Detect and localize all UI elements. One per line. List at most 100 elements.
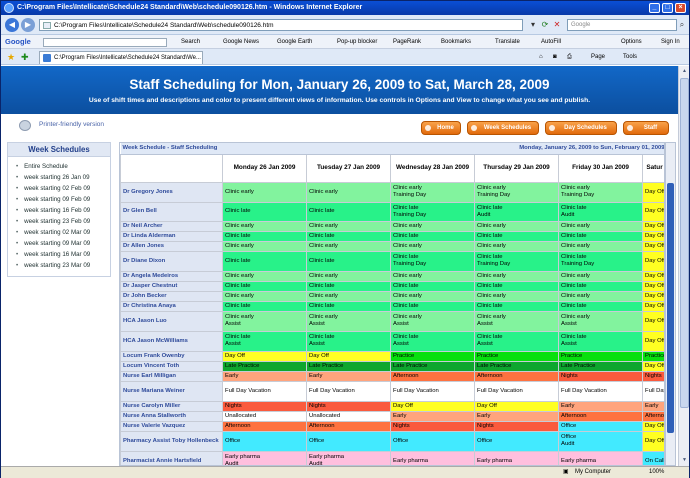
shift-cell[interactable]: Clinic early	[474, 240, 560, 252]
shift-cell[interactable]: Clinic early Training Day	[390, 181, 476, 203]
browser-tab[interactable]: C:\Program Files\Intellicate\Schedule24 …	[39, 51, 203, 64]
shift-cell[interactable]: Clinic early	[474, 270, 560, 282]
close-button[interactable]: ×	[675, 3, 686, 13]
back-button[interactable]: ◀	[5, 18, 19, 32]
shift-cell[interactable]: Clinic early	[305, 181, 392, 203]
shift-cell[interactable]: Clinic late	[305, 300, 392, 312]
sidebar-item[interactable]: week starting 02 Mar 09	[16, 227, 110, 238]
shift-cell[interactable]: Early pharma	[474, 450, 560, 465]
shift-cell[interactable]: Early	[558, 400, 644, 412]
shift-cell[interactable]: Clinic late	[305, 280, 392, 292]
feeds-icon[interactable]: ◙	[553, 52, 557, 62]
sidebar-item[interactable]: Entire Schedule	[16, 161, 110, 172]
shift-cell[interactable]: Full Day Vacation	[558, 380, 644, 402]
shift-cell[interactable]: Office	[558, 420, 644, 432]
shift-cell[interactable]: Day Off	[642, 360, 664, 372]
autofill-button[interactable]: AutoFill	[541, 35, 561, 48]
shift-cell[interactable]: Clinic early Assist	[222, 310, 307, 332]
shift-cell[interactable]: Day Off	[305, 350, 392, 362]
address-bar[interactable]: C:\Program Files\Intellicate\Schedule24 …	[39, 19, 523, 31]
shift-cell[interactable]: Clinic early	[390, 240, 476, 252]
shift-cell[interactable]: Clinic early	[305, 290, 392, 302]
shift-cell[interactable]: Day Off	[642, 290, 664, 302]
shift-cell[interactable]: Clinic late	[305, 201, 392, 222]
shift-cell[interactable]: Clinic late	[222, 201, 307, 222]
scroll-down-icon[interactable]: ▼	[680, 455, 689, 465]
shift-cell[interactable]: Late Practice	[390, 360, 476, 372]
page-menu[interactable]: Page	[591, 52, 605, 62]
staff-name[interactable]: Dr John Becker	[120, 290, 223, 302]
shift-cell[interactable]: Clinic late	[558, 230, 644, 242]
minimize-button[interactable]: _	[649, 3, 660, 13]
shift-cell[interactable]: Day Off	[390, 400, 476, 412]
shift-cell[interactable]: Full Day Vacation	[390, 380, 476, 402]
favorites-star-icon[interactable]: ★	[7, 52, 15, 63]
staff-name[interactable]: Nurse Valerie Vazquez	[120, 420, 223, 432]
shift-cell[interactable]: Clinic late	[558, 300, 644, 312]
shift-cell[interactable]: Day Off	[642, 430, 664, 452]
shift-cell[interactable]: Early pharma	[558, 450, 644, 465]
sidebar-item[interactable]: week starting 02 Feb 09	[16, 183, 110, 194]
shift-cell[interactable]: Clinic early Assist	[474, 310, 560, 332]
shift-cell[interactable]: Day Off	[642, 330, 664, 352]
staff-name[interactable]: Dr Glen Bell	[120, 201, 223, 222]
shift-cell[interactable]: Clinic late	[222, 300, 307, 312]
shift-cell[interactable]: Clinic early	[558, 270, 644, 282]
sidebar-item[interactable]: week starting 23 Feb 09	[16, 216, 110, 227]
shift-cell[interactable]: Clinic early Assist	[390, 310, 476, 332]
shift-cell[interactable]: Early	[222, 370, 307, 382]
shift-cell[interactable]: Afternoon	[642, 410, 664, 422]
shift-cell[interactable]: Clinic late	[390, 300, 476, 312]
page-scroll-thumb[interactable]	[680, 78, 689, 408]
stop-icon[interactable]: ✕	[551, 19, 563, 31]
sidebar-item[interactable]: week starting 16 Feb 09	[16, 205, 110, 216]
sidebar-item[interactable]: week starting 26 Jan 09	[16, 172, 110, 183]
shift-cell[interactable]: Early pharma Audit	[222, 450, 307, 465]
shift-cell[interactable]: Clinic early Assist	[558, 310, 644, 332]
shift-cell[interactable]: Day Off	[642, 250, 664, 272]
maximize-button[interactable]: □	[662, 3, 673, 13]
shift-cell[interactable]: Clinic early	[222, 181, 307, 203]
shift-cell[interactable]: Day Off	[642, 181, 664, 203]
google-news-link[interactable]: Google News	[223, 35, 259, 48]
staff-name[interactable]: Dr Allen Jones	[120, 240, 223, 252]
shift-cell[interactable]: Full Day Vacation	[474, 380, 560, 402]
staff-name[interactable]: Locum Vincent Toth	[120, 360, 223, 372]
shift-cell[interactable]: Clinic early	[390, 270, 476, 282]
shift-cell[interactable]: Early	[474, 410, 560, 422]
shift-cell[interactable]: Day Off	[642, 220, 664, 232]
shift-cell[interactable]: Nights	[305, 400, 392, 412]
shift-cell[interactable]: On Call	[642, 450, 664, 465]
shift-cell[interactable]: Day Off	[222, 350, 307, 362]
shift-cell[interactable]: Day Off	[642, 310, 664, 332]
sidebar-item[interactable]: week starting 09 Mar 09	[16, 238, 110, 249]
staff-name[interactable]: Locum Frank Owenby	[120, 350, 223, 362]
shift-cell[interactable]: Clinic late Training Day	[558, 250, 644, 272]
shift-cell[interactable]: Late Practice	[558, 360, 644, 372]
sidebar-item[interactable]: week starting 16 Mar 09	[16, 249, 110, 260]
shift-cell[interactable]: Nights	[474, 420, 560, 432]
shift-cell[interactable]: Afternoon	[474, 370, 560, 382]
shift-cell[interactable]: Clinic early	[222, 220, 307, 232]
shift-cell[interactable]: Clinic early	[474, 290, 560, 302]
add-favorites-icon[interactable]: ✚	[21, 52, 29, 63]
shift-cell[interactable]: Clinic late Training Day	[474, 250, 560, 272]
shift-cell[interactable]: Early	[390, 410, 476, 422]
shift-cell[interactable]: Clinic early	[558, 290, 644, 302]
shift-cell[interactable]: Clinic late	[222, 280, 307, 292]
shift-cell[interactable]: Early pharma Audit	[305, 450, 392, 465]
search-input[interactable]: Google	[567, 19, 677, 31]
shift-cell[interactable]: Clinic late Training Day	[390, 201, 476, 222]
shift-cell[interactable]: Afternoon	[390, 370, 476, 382]
dropdown-icon[interactable]: ▾	[527, 19, 539, 31]
refresh-icon[interactable]: ⟳	[539, 19, 551, 31]
shift-cell[interactable]: Clinic early Training Day	[474, 181, 560, 203]
staff-name[interactable]: Dr Diane Dixon	[120, 250, 223, 272]
staff-name[interactable]: HCA Jason McWilliams	[120, 330, 223, 352]
shift-cell[interactable]: Day Off	[642, 230, 664, 242]
staff-name[interactable]: Nurse Anna Stallworth	[120, 410, 223, 422]
sidebar-item[interactable]: week starting 09 Feb 09	[16, 194, 110, 205]
staff-name[interactable]: Nurse Earl Milligan	[120, 370, 223, 382]
staff-name[interactable]: Pharmacy Assist Toby Hollenbeck	[120, 430, 223, 452]
shift-cell[interactable]: Day Off	[642, 240, 664, 252]
